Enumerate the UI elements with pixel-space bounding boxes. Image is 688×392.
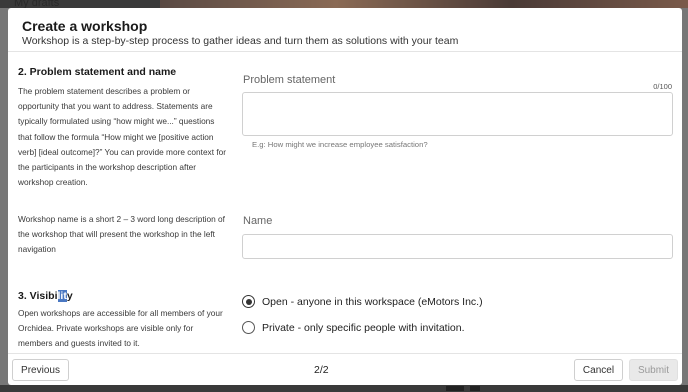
- problem-section-title: 2. Problem statement and name: [18, 66, 177, 78]
- visibility-section-title: 3. Visibility: [18, 290, 230, 302]
- radio-checked-icon[interactable]: [242, 295, 255, 308]
- name-section: Workshop name is a short 2 – 3 word long…: [18, 212, 230, 258]
- visibility-option-private-label: Private - only specific people with invi…: [262, 321, 465, 334]
- background-icon: [470, 386, 480, 391]
- visibility-title-start: 3. Visibi: [18, 290, 58, 302]
- name-input[interactable]: [242, 234, 673, 259]
- visibility-option-open-label: Open - anyone in this workspace (eMotors…: [262, 295, 483, 308]
- problem-statement-label: Problem statement: [243, 74, 336, 86]
- visibility-title-end: y: [66, 290, 73, 302]
- background-icon: [446, 386, 464, 391]
- problem-statement-hint: E.g: How might we increase employee sati…: [252, 140, 428, 149]
- modal-header: Create a workshop Workshop is a step-by-…: [8, 8, 682, 52]
- background-image: [160, 0, 688, 8]
- visibility-section: 3. Visibility Open workshops are accessi…: [18, 290, 230, 352]
- modal-subtitle: Workshop is a step-by-step process to ga…: [22, 35, 459, 47]
- visibility-section-description: Open workshops are accessible for all me…: [18, 308, 223, 349]
- visibility-option-private[interactable]: Private - only specific people with invi…: [242, 321, 465, 334]
- modal-title: Create a workshop: [22, 18, 148, 34]
- visibility-title-selected-text: lit: [57, 290, 67, 302]
- modal-footer: Previous 2/2 Cancel Submit: [8, 353, 682, 385]
- name-section-description: Workshop name is a short 2 – 3 word long…: [18, 214, 225, 255]
- problem-statement-counter: 0/100: [653, 82, 672, 91]
- name-label: Name: [243, 215, 273, 227]
- cancel-button[interactable]: Cancel: [574, 359, 623, 381]
- problem-section: 2. Problem statement and name The proble…: [18, 66, 230, 190]
- modal-body[interactable]: 2. Problem statement and name The proble…: [8, 53, 682, 353]
- problem-section-description: The problem statement describes a proble…: [18, 86, 227, 188]
- page-indicator: 2/2: [314, 364, 329, 376]
- previous-button[interactable]: Previous: [12, 359, 69, 381]
- submit-button[interactable]: Submit: [629, 359, 678, 381]
- visibility-option-open[interactable]: Open - anyone in this workspace (eMotors…: [242, 295, 483, 308]
- create-workshop-modal: Create a workshop Workshop is a step-by-…: [8, 8, 682, 385]
- radio-unchecked-icon[interactable]: [242, 321, 255, 334]
- problem-statement-input[interactable]: [242, 92, 673, 136]
- background-bottom-strip: [0, 385, 688, 392]
